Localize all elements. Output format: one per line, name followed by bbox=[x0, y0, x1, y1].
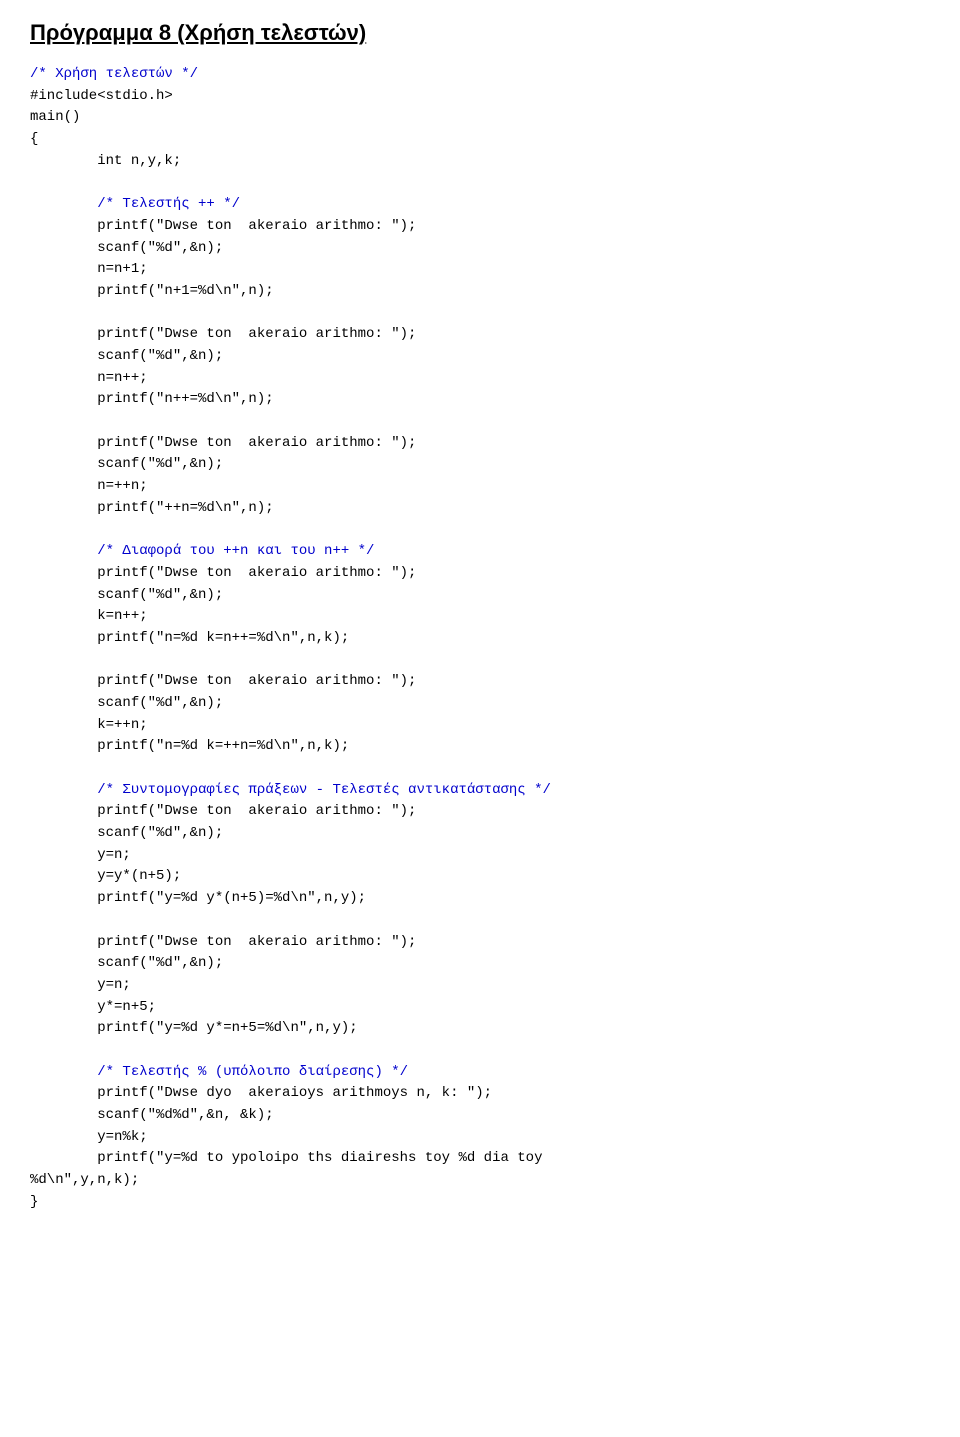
block-n-plusplus: printf("Dwse ton akeraio arithmo: "); sc… bbox=[30, 326, 416, 407]
main-close: } bbox=[30, 1194, 38, 1210]
comment-modulo: /* Τελεστής % (υπόλοιπο διαίρεσης) */ bbox=[30, 1064, 408, 1080]
page-title: Πρόγραμμα 8 (Χρήση τελεστών) bbox=[30, 20, 930, 46]
comment-increment: /* Τελεστής ++ */ bbox=[30, 196, 240, 212]
main-open: main() { bbox=[30, 109, 80, 147]
comment-difference: /* Διαφορά του ++n και του n++ */ bbox=[30, 543, 374, 559]
block-k-npp: printf("Dwse ton akeraio arithmo: "); sc… bbox=[30, 565, 416, 646]
include-line: #include<stdio.h> bbox=[30, 88, 173, 104]
code-content: /* Χρήση τελεστών */ #include<stdio.h> m… bbox=[30, 64, 930, 1213]
block-modulo: printf("Dwse dyo akeraioys arithmoys n, … bbox=[30, 1085, 542, 1188]
block-y-multiply-long: printf("Dwse ton akeraio arithmo: "); sc… bbox=[30, 803, 416, 906]
block-n-plus-1: printf("Dwse ton akeraio arithmo: "); sc… bbox=[30, 218, 416, 299]
block-plusplus-n: printf("Dwse ton akeraio arithmo: "); sc… bbox=[30, 435, 416, 516]
vars-line: int n,y,k; bbox=[30, 153, 181, 169]
block-y-multiply-short: printf("Dwse ton akeraio arithmo: "); sc… bbox=[30, 934, 416, 1037]
comment-operators: /* Χρήση τελεστών */ bbox=[30, 66, 198, 82]
block-k-ppn: printf("Dwse ton akeraio arithmo: "); sc… bbox=[30, 673, 416, 754]
comment-shorthand: /* Συντομογραφίες πράξεων - Τελεστές αντ… bbox=[30, 782, 551, 798]
